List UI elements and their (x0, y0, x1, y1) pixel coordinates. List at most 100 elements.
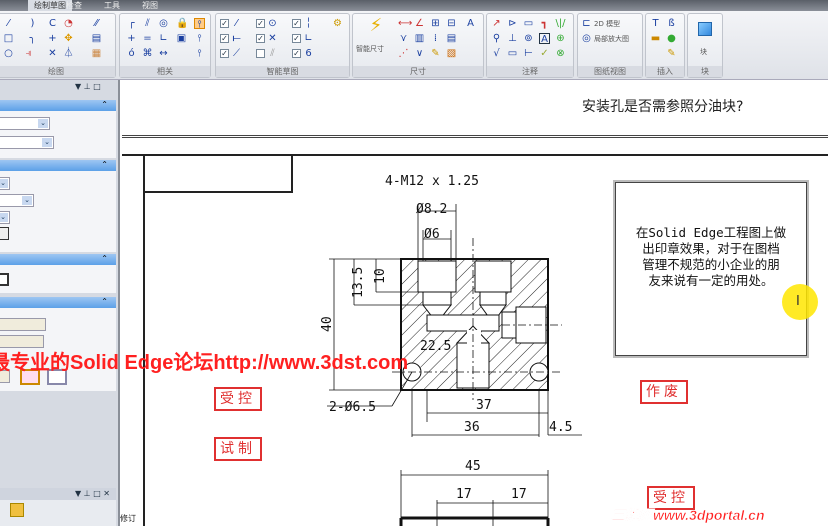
image-icon[interactable]: ▬ (650, 33, 661, 44)
callout-icon[interactable]: ↗ (491, 18, 502, 29)
maintain-relationships-icon[interactable]: ⫯ (194, 18, 205, 30)
intersection-checkbox[interactable]: ✓ (256, 34, 265, 43)
datum-icon[interactable]: ⊥ (507, 33, 518, 44)
tangent-icon[interactable]: ó (126, 48, 137, 59)
lock-icon[interactable]: 🔒 (176, 18, 188, 29)
feature-control-icon[interactable]: ▭ (507, 48, 518, 59)
collinear-icon[interactable]: ↔ (158, 48, 169, 59)
section-header[interactable]: ⌃ (0, 254, 116, 265)
section-header[interactable]: ⌃ (0, 100, 116, 111)
panel-controls[interactable]: ▼ ⊥ □ ✕ (75, 489, 110, 498)
distance-icon[interactable]: ⟷ (398, 18, 412, 29)
connect-icon[interactable]: ┌ (126, 18, 137, 29)
horizontal-vertical-icon[interactable]: + (126, 33, 137, 44)
endpoint-checkbox[interactable]: ✓ (220, 19, 229, 28)
chamfer-icon[interactable]: ⊟ (446, 18, 457, 29)
center-mark-icon[interactable]: ⊕ (555, 33, 566, 44)
search-icon[interactable]: ⚲ (491, 33, 502, 44)
object-icon[interactable]: ✎ (666, 48, 677, 59)
line-icon[interactable]: ⁄ (3, 18, 14, 29)
symbol-icon[interactable]: ß (666, 18, 677, 29)
rectangle-icon[interactable]: □ (3, 33, 14, 44)
intellisketch-options-icon[interactable]: ⚙ (332, 18, 343, 29)
panel-controls[interactable]: ▼ ⊥ □ (75, 82, 101, 91)
dropdown[interactable]: ⌄ (0, 177, 10, 190)
smart-dimension-label[interactable]: 智能尺寸 (356, 44, 384, 54)
fill-icon[interactable]: ◔ (63, 18, 74, 29)
detail-view-button[interactable]: 局部放大图 (594, 34, 629, 44)
dropdown[interactable]: ⌄ (0, 117, 50, 130)
relationship-handles-icon[interactable]: ⫯ (194, 33, 205, 44)
edit-icon[interactable]: ▤ (91, 33, 102, 44)
section-header[interactable]: ⌃ (0, 160, 116, 171)
extend-icon[interactable]: ⫣ (23, 48, 34, 59)
detail-view-icon[interactable]: ◎ (581, 33, 592, 44)
center-line-icon[interactable]: \|/ (555, 18, 566, 29)
collapse-icon[interactable]: ⌃ (101, 100, 108, 109)
tolerance-icon[interactable]: ✎ (430, 48, 441, 59)
equal-icon[interactable]: = (142, 33, 153, 44)
collapse-icon[interactable]: ⌃ (101, 297, 108, 306)
rigid-set-icon[interactable]: ▣ (176, 33, 187, 44)
relationship-assistant-icon[interactable]: ⫯ (194, 48, 205, 59)
symmetric-diameter-icon[interactable]: ⋎ (398, 33, 409, 44)
split-icon[interactable]: ✕ (47, 48, 58, 59)
vertical-checkbox[interactable]: ✓ (292, 19, 301, 28)
mirror-icon[interactable]: ⏃ (63, 48, 74, 59)
fillet-icon[interactable]: ╮ (27, 33, 38, 44)
block-icon[interactable] (698, 22, 712, 36)
model-2d-icon[interactable]: ⊏ (581, 18, 592, 29)
smart-dimension-icon[interactable]: ⚡ (363, 17, 389, 40)
circle-icon[interactable]: C (47, 18, 58, 29)
arc-icon[interactable]: ) (27, 18, 38, 29)
drawing-canvas[interactable]: 安装孔是否需参照分油块? 在Solid Edge工程图上做 出印章效果，对于在图… (120, 80, 828, 526)
ellipse-icon[interactable]: ○ (3, 48, 14, 59)
tab-tools[interactable]: 工具 (104, 0, 120, 11)
offset-icon[interactable]: ⁄⁄ (91, 18, 102, 29)
weld-icon[interactable]: ⊚ (523, 33, 534, 44)
bolt-circle-icon[interactable]: ⊗ (555, 48, 566, 59)
hyperlink-icon[interactable]: ● (666, 33, 677, 44)
text-icon[interactable]: A (539, 33, 550, 45)
dropdown[interactable]: ⌄ (0, 136, 54, 149)
text-box-icon[interactable]: T (650, 18, 661, 29)
midpoint-checkbox[interactable]: ✓ (220, 34, 229, 43)
surface-texture-icon[interactable]: √ (491, 48, 502, 59)
balloon-icon[interactable]: ▭ (523, 18, 534, 29)
dropdown[interactable]: ⌄ (0, 211, 10, 224)
underline-button[interactable] (0, 227, 9, 240)
section-header[interactable]: ⌃ (0, 297, 116, 308)
dropdown[interactable]: ⌄ (0, 194, 34, 207)
dropdown[interactable] (0, 318, 46, 331)
dimension-axis-icon[interactable]: ∨ (414, 48, 425, 59)
symmetric-icon[interactable]: ⌘ (142, 48, 153, 59)
angle-icon[interactable]: ∠ (414, 18, 425, 29)
coordinate-icon[interactable]: ⊞ (430, 18, 441, 29)
tab-view[interactable]: 视图 (142, 0, 158, 11)
parallel-icon[interactable]: ⫽ (142, 18, 153, 29)
center-checkbox[interactable]: ✓ (256, 19, 265, 28)
connector-icon[interactable]: ┓ (539, 18, 550, 29)
trim-icon[interactable]: + (47, 33, 58, 44)
edge-condition-icon[interactable]: ⊢ (523, 48, 534, 59)
collapse-icon[interactable]: ⌃ (101, 160, 108, 169)
ordinate-icon[interactable]: ⁞ (430, 33, 441, 44)
tab-inspect[interactable]: 检查 (66, 0, 82, 11)
collapse-icon[interactable]: ⌃ (101, 254, 108, 263)
tangent-checkbox[interactable]: ✓ (292, 49, 301, 58)
model-2d-button[interactable]: 2D 模型 (594, 19, 620, 29)
format-text-icon[interactable]: A (465, 18, 476, 29)
retrieve-icon[interactable]: ▤ (446, 33, 457, 44)
hatch-icon[interactable]: ▦ (91, 48, 102, 59)
stack-icon[interactable]: ▥ (414, 33, 425, 44)
dimension-style-icon[interactable]: ▧ (446, 48, 457, 59)
angular-coordinate-icon[interactable]: ⋰ (398, 48, 409, 59)
bolt-hole-icon[interactable]: ✓ (539, 48, 550, 59)
move-icon[interactable]: ✥ (63, 33, 74, 44)
point-on-checkbox[interactable]: ✓ (220, 49, 229, 58)
concentric-icon[interactable]: ◎ (158, 18, 169, 29)
block-button[interactable]: 块 (700, 47, 707, 57)
help-icon[interactable] (10, 503, 24, 517)
leader-icon[interactable]: ⊳ (507, 18, 518, 29)
border-button[interactable] (0, 273, 9, 286)
